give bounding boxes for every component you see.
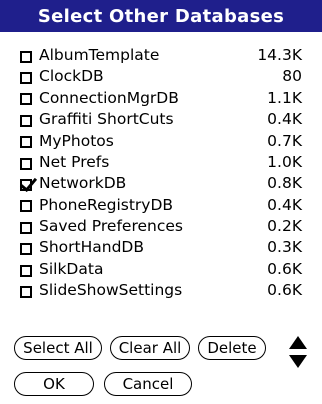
database-size: 0.3K <box>267 238 302 257</box>
checkbox[interactable] <box>20 285 32 298</box>
database-size: 80 <box>282 67 302 86</box>
cancel-button[interactable]: Cancel <box>104 372 192 396</box>
checkbox[interactable] <box>20 114 32 127</box>
checkbox-checked[interactable] <box>20 179 32 192</box>
list-item[interactable]: AlbumTemplate 14.3K <box>20 45 302 66</box>
checkbox[interactable] <box>20 93 32 106</box>
database-name: ConnectionMgrDB <box>39 88 179 107</box>
list-item[interactable]: ClockDB 80 <box>20 66 302 87</box>
checkbox[interactable] <box>20 157 32 170</box>
checkbox[interactable] <box>20 50 32 63</box>
list-item[interactable]: SlideShowSettings 0.6K <box>20 280 302 301</box>
database-size: 1.0K <box>267 152 302 171</box>
checkbox[interactable] <box>20 264 32 277</box>
scroll-down-arrow[interactable] <box>289 355 307 368</box>
checkbox[interactable] <box>20 200 32 213</box>
database-name: ShortHandDB <box>39 238 144 257</box>
select-all-button[interactable]: Select All <box>14 336 102 360</box>
database-size: 0.6K <box>267 259 302 278</box>
list-item[interactable]: Saved Preferences 0.2K <box>20 216 302 237</box>
database-name: Saved Preferences <box>39 217 183 236</box>
database-size: 0.2K <box>267 217 302 236</box>
list-item[interactable]: SilkData 0.6K <box>20 259 302 280</box>
database-size: 0.6K <box>267 281 302 300</box>
database-list: AlbumTemplate 14.3K ClockDB 80 Connectio… <box>20 45 302 302</box>
database-name: Graffiti ShortCuts <box>39 110 174 129</box>
scroll-arrows-icon[interactable] <box>288 335 308 369</box>
database-name: SilkData <box>39 259 104 278</box>
list-item[interactable]: Graffiti ShortCuts 0.4K <box>20 109 302 130</box>
database-size: 0.7K <box>267 131 302 150</box>
scroll-up-arrow[interactable] <box>289 336 307 349</box>
dialog-title: Select Other Databases <box>0 0 322 32</box>
database-size: 0.4K <box>267 110 302 129</box>
database-size: 1.1K <box>267 88 302 107</box>
database-name: MyPhotos <box>39 131 114 150</box>
checkbox[interactable] <box>20 221 32 234</box>
list-item[interactable]: Net Prefs 1.0K <box>20 152 302 173</box>
database-name: SlideShowSettings <box>39 281 183 300</box>
clear-all-button[interactable]: Clear All <box>110 336 190 360</box>
database-name: ClockDB <box>39 67 104 86</box>
checkbox[interactable] <box>20 72 32 85</box>
database-name: Net Prefs <box>39 152 110 171</box>
database-name: PhoneRegistryDB <box>39 195 174 214</box>
list-item[interactable]: NetworkDB 0.8K <box>20 173 302 194</box>
checkbox[interactable] <box>20 136 32 149</box>
checkbox[interactable] <box>20 243 32 256</box>
database-name: NetworkDB <box>39 174 127 193</box>
database-name: AlbumTemplate <box>39 45 160 64</box>
list-item[interactable]: ShortHandDB 0.3K <box>20 238 302 259</box>
list-item[interactable]: ConnectionMgrDB 1.1K <box>20 88 302 109</box>
database-size: 14.3K <box>257 45 302 64</box>
ok-button[interactable]: OK <box>14 372 94 396</box>
list-item[interactable]: MyPhotos 0.7K <box>20 131 302 152</box>
database-size: 0.4K <box>267 195 302 214</box>
list-item[interactable]: PhoneRegistryDB 0.4K <box>20 195 302 216</box>
delete-button[interactable]: Delete <box>198 336 266 360</box>
database-size: 0.8K <box>267 174 302 193</box>
